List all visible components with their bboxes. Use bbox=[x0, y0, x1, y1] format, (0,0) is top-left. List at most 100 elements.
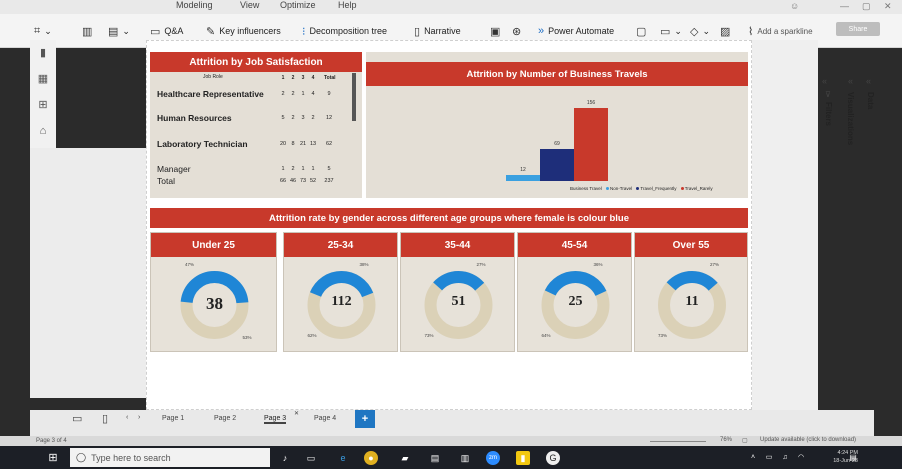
menu-optimize[interactable]: Optimize bbox=[280, 0, 316, 10]
age-group-count: 112 bbox=[331, 294, 352, 309]
decomposition-tree-button[interactable]: ⁝ Decomposition tree bbox=[302, 20, 387, 42]
gender-donut[interactable] bbox=[518, 233, 633, 353]
close-icon[interactable]: ✕ bbox=[884, 1, 892, 12]
status-bar: Page 3 of 4 76% ▢ Update available (clic… bbox=[0, 436, 902, 446]
page-tab-4[interactable]: Page 4 bbox=[314, 415, 336, 422]
text-box-button[interactable]: ▢ bbox=[636, 20, 650, 42]
network-icon[interactable]: ▭ bbox=[762, 451, 776, 465]
close-tab-icon[interactable]: ✕ bbox=[294, 410, 299, 417]
page-tab-2[interactable]: Page 2 bbox=[214, 415, 236, 422]
narrative-button[interactable]: ▯ Narrative bbox=[414, 20, 461, 42]
new-visual-button[interactable]: ▥ bbox=[82, 20, 96, 42]
menu-modeling[interactable]: Modeling bbox=[176, 0, 213, 10]
fit-page-icon[interactable]: ▢ bbox=[742, 437, 748, 444]
age-group-card[interactable]: 45-54 25 36% 64% bbox=[517, 232, 632, 352]
table-view-icon[interactable]: ▦ bbox=[36, 72, 50, 86]
task-view-icon[interactable]: ▭ bbox=[304, 451, 318, 465]
power-automate-button[interactable]: » Power Automate bbox=[538, 20, 614, 42]
buttons-dropdown[interactable]: ▭ ⌄ bbox=[660, 20, 682, 42]
prev-page-icon[interactable]: ‹ bbox=[126, 414, 128, 421]
automate-icon: » bbox=[538, 25, 545, 37]
page-view-icon[interactable]: ▯ bbox=[102, 412, 108, 425]
bar-data-label: 156 bbox=[586, 99, 596, 106]
zoom-slider[interactable] bbox=[650, 441, 706, 442]
qa-button[interactable]: ▭ Q&A bbox=[150, 20, 183, 42]
zoom-app-icon[interactable]: zm bbox=[486, 451, 500, 465]
menu-view[interactable]: View bbox=[240, 0, 259, 10]
gender-donut[interactable] bbox=[151, 233, 278, 353]
chrome-icon[interactable]: ● bbox=[364, 451, 378, 465]
job-satisfaction-panel[interactable] bbox=[150, 52, 362, 198]
taskbar-search[interactable]: ◯ Type here to search bbox=[70, 448, 270, 467]
visualizations-pane-tab[interactable]: Visualizations bbox=[846, 92, 855, 145]
account-icon[interactable]: ☺ bbox=[790, 1, 799, 11]
share-label: Share bbox=[848, 25, 868, 33]
menu-help[interactable]: Help bbox=[338, 0, 357, 10]
matrix-scrollbar[interactable] bbox=[352, 73, 356, 121]
age-group-card[interactable]: Over 55 11 27% 73% bbox=[634, 232, 748, 352]
minimize-icon[interactable]: — bbox=[840, 1, 849, 11]
update-notice[interactable]: Update available (click to download) bbox=[760, 437, 856, 443]
male-percent-label: 64% bbox=[541, 333, 551, 338]
dax-query-icon[interactable]: ⌂ bbox=[36, 124, 50, 138]
key-influencers-button[interactable]: ✎ Key influencers bbox=[206, 20, 281, 42]
add-sparkline-button[interactable]: ⌇ Add a sparkline bbox=[748, 20, 813, 42]
gender-donut[interactable] bbox=[284, 233, 399, 353]
notifications-icon[interactable]: ▤ bbox=[846, 451, 860, 465]
gender-donut[interactable] bbox=[635, 233, 749, 353]
collapse-filters-icon[interactable]: « bbox=[822, 76, 827, 86]
bar-non-travel[interactable] bbox=[506, 175, 540, 181]
filters-pane-tab[interactable]: Filters bbox=[824, 102, 833, 126]
chevron-down-icon: ⌄ bbox=[674, 25, 682, 36]
matrix-cell: 9 bbox=[327, 91, 331, 97]
gender-donut[interactable] bbox=[401, 233, 516, 353]
collapse-data-icon[interactable]: « bbox=[866, 76, 871, 86]
next-page-icon[interactable]: › bbox=[138, 414, 140, 421]
matrix-row-label: Healthcare Representative bbox=[157, 89, 264, 99]
qa-label: Q&A bbox=[164, 26, 184, 36]
volume-icon[interactable]: ♫ bbox=[778, 451, 792, 465]
tray-expand-icon[interactable]: ˄ bbox=[746, 451, 760, 465]
paginated-report-button[interactable]: ▣ bbox=[490, 20, 504, 42]
page-tab-3[interactable]: Page 3 bbox=[264, 415, 287, 424]
file-explorer-icon[interactable]: ▰ bbox=[398, 451, 412, 465]
left-background bbox=[30, 148, 146, 398]
decomposition-tree-label: Decomposition tree bbox=[309, 26, 388, 36]
age-group-card[interactable]: Under 25 38 47% 53% bbox=[150, 232, 277, 352]
matrix-cell: 4 bbox=[311, 91, 315, 97]
apps-button[interactable]: ⊛ bbox=[512, 20, 525, 42]
sparkline-icon: ⌇ bbox=[748, 25, 754, 38]
age-group-card[interactable]: 25-34 112 38% 62% bbox=[283, 232, 398, 352]
store-icon[interactable]: ▤ bbox=[428, 451, 442, 465]
maximize-icon[interactable]: ▢ bbox=[862, 1, 871, 12]
format-painter-button[interactable]: ⌗ ⌄ bbox=[34, 20, 52, 42]
matrix-cell: 2 bbox=[311, 115, 315, 121]
collapse-visualizations-icon[interactable]: « bbox=[848, 76, 853, 86]
matrix-cell: 13 bbox=[309, 141, 317, 147]
page-tab-1[interactable]: Page 1 bbox=[162, 415, 184, 422]
bar-travel-frequently[interactable] bbox=[540, 148, 574, 181]
share-button[interactable]: Share bbox=[836, 22, 880, 36]
build-visual-button[interactable]: ▤ ⌄ bbox=[108, 20, 130, 42]
power-automate-label: Power Automate bbox=[548, 26, 615, 36]
add-page-button[interactable]: + bbox=[355, 410, 375, 428]
shapes-dropdown[interactable]: ◇ ⌄ bbox=[690, 20, 710, 42]
bar-travel-rarely[interactable] bbox=[574, 107, 608, 181]
chevron-down-icon: ⌄ bbox=[122, 25, 130, 36]
data-pane-tab[interactable]: Data bbox=[866, 92, 875, 109]
report-view-icon[interactable]: ▮ bbox=[36, 46, 50, 60]
photos-icon[interactable]: ▥ bbox=[458, 451, 472, 465]
image-icon: ▨ bbox=[720, 25, 731, 38]
power-bi-icon[interactable]: ▮ bbox=[516, 451, 530, 465]
age-group-card[interactable]: 35-44 51 27% 73% bbox=[400, 232, 515, 352]
model-view-icon[interactable]: ⊞ bbox=[36, 98, 50, 112]
matrix-cell: 5 bbox=[281, 115, 285, 121]
bar-data-label: 12 bbox=[520, 167, 526, 174]
mobile-layout-icon[interactable]: ▭ bbox=[72, 412, 82, 425]
edge-icon[interactable]: e bbox=[336, 451, 350, 465]
microphone-icon[interactable]: ♪ bbox=[278, 451, 292, 465]
app-icon[interactable]: G bbox=[546, 451, 560, 465]
wifi-icon[interactable]: ◠ bbox=[794, 451, 808, 465]
image-button[interactable]: ▨ bbox=[720, 20, 734, 42]
windows-start-icon[interactable]: ⊞ bbox=[46, 451, 60, 465]
